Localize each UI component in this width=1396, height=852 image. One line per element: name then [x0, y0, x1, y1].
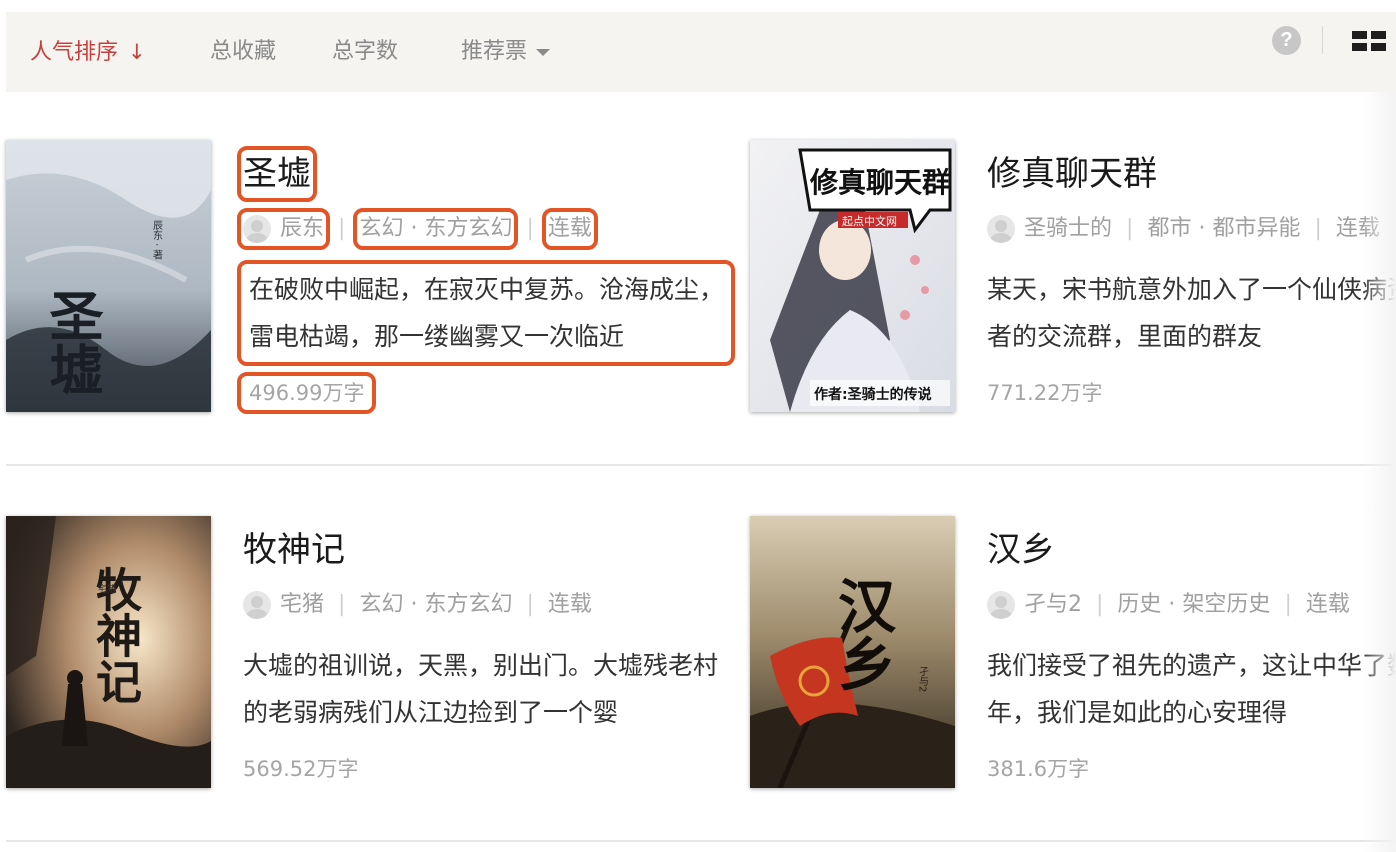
category-dot: · [403, 216, 425, 241]
cover-title-text: 修真聊天群 [809, 166, 950, 199]
author-link[interactable]: 孑与2 [987, 590, 1082, 620]
book-intro: 大墟的祖训说，天黑，别出门。大墟残老村的老弱病残们从江边捡到了一个婴 [243, 651, 719, 727]
row-divider [6, 840, 1396, 842]
word-count: 496.99万字 [236, 372, 377, 414]
sort-recommend-votes-label: 推荐票 [461, 39, 528, 64]
toolbar-divider [1322, 26, 1323, 54]
book-intro: 某天，宋书航意外加入了一个仙侠病资深患者的交流群，里面的群友 [987, 275, 1396, 351]
sort-total-words-label: 总字数 [332, 39, 399, 64]
meta-separator: | [1126, 216, 1134, 241]
book-card: 汉乡 孑与2 汉乡 孑与2 | 历史 · 架空历史 | 连载 我们接受了祖先的遗产，这让… [750, 516, 1396, 796]
book-meta: 宅猪 | 玄幻 · 东方玄幻 | 连载 [243, 590, 592, 620]
book-intro: 我们接受了祖先的遗产，这让中华了数千年，我们是如此的心安理得 [987, 651, 1396, 727]
author-link[interactable]: 宅猪 [243, 590, 324, 620]
meta-separator: | [526, 216, 534, 241]
help-icon[interactable]: ? [1272, 26, 1301, 55]
avatar-icon [243, 591, 271, 619]
subcategory-name: 东方玄幻 [424, 216, 513, 241]
meta-separator: | [338, 216, 346, 241]
cover-title-text: 汉乡 [828, 576, 896, 692]
status-badge: 连载 [1305, 592, 1350, 617]
book-meta: 孑与2 | 历史 · 架空历史 | 连载 [987, 590, 1350, 620]
category-link[interactable]: 玄幻 · 东方玄幻 [359, 590, 512, 620]
cover-publisher-text: 起点中文网 [842, 214, 897, 228]
sort-recommend-votes[interactable]: 推荐票 [461, 12, 551, 92]
sort-total-favorites[interactable]: 总收藏 [210, 12, 276, 92]
author-name: 宅猪 [280, 592, 325, 617]
author-link[interactable]: 辰东 [236, 208, 331, 250]
subcategory-name: 架空历史 [1182, 592, 1271, 617]
sort-total-favorites-label: 总收藏 [210, 39, 277, 64]
subcategory-name: 东方玄幻 [424, 592, 513, 617]
book-card: 牧神记 宅猪 牧神记 宅猪 | 玄幻 · 东方玄幻 | 连载 大墟的祖训说，天黑，别出门… [6, 516, 718, 796]
category-link[interactable]: 都市 · 都市异能 [1147, 214, 1300, 244]
category-name: 历史 [1117, 592, 1162, 617]
sort-total-words[interactable]: 总字数 [332, 12, 398, 92]
category-dot: · [1161, 592, 1183, 617]
book-title[interactable]: 修真聊天群 [987, 152, 1157, 196]
cover-author-text: 作者:圣骑士的传说 [814, 386, 932, 403]
meta-separator: | [1096, 592, 1104, 617]
category-dot: · [403, 592, 425, 617]
grid-view-icon[interactable] [1352, 31, 1386, 51]
avatar-icon [987, 591, 1015, 619]
category-link[interactable]: 历史 · 架空历史 [1117, 590, 1270, 620]
book-card: 圣墟 辰东 · 著 圣墟 辰东 | 玄幻 · 东方玄幻 | 连载 在破败中崛起，在寂灭中… [6, 140, 735, 420]
cover-title-text: 圣墟 [40, 288, 104, 396]
book-cover[interactable]: 修真聊天群 起点中文网 作者:圣骑士的传说 [750, 140, 955, 412]
avatar-icon [987, 215, 1015, 243]
meta-separator: | [338, 592, 346, 617]
sort-popularity[interactable]: 人气排序 ↓ [30, 12, 146, 92]
category-name: 玄幻 [359, 592, 404, 617]
book-meta: 圣骑士的 | 都市 · 都市异能 | 连载 [987, 214, 1380, 244]
book-card: 修真聊天群 起点中文网 作者:圣骑士的传说 修真聊天群 圣骑士的 | 都市 · 都市… [750, 140, 1396, 420]
caret-down-icon [536, 48, 551, 56]
cover-author-text: 孑与2 [917, 666, 929, 693]
book-title[interactable]: 圣墟 [237, 146, 317, 202]
book-cover[interactable]: 汉乡 孑与2 [750, 516, 955, 788]
cover-author-text: 宅猪 [98, 583, 116, 595]
book-cover[interactable]: 圣墟 辰东 · 著 [6, 140, 211, 412]
status-badge: 连载 [541, 208, 598, 250]
author-name: 圣骑士的 [1024, 216, 1113, 241]
row-divider [6, 464, 1396, 466]
meta-separator: | [1314, 216, 1322, 241]
book-title[interactable]: 牧神记 [243, 528, 345, 572]
subcategory-name: 都市异能 [1212, 216, 1301, 241]
book-intro: 在破败中崛起，在寂灭中复苏。沧海成尘，雷电枯竭，那一缕幽雾又一次临近 [237, 260, 735, 366]
category-dot: · [1191, 216, 1213, 241]
author-link[interactable]: 圣骑士的 [987, 214, 1112, 244]
status-badge: 连载 [1335, 216, 1380, 241]
word-count: 569.52万字 [243, 757, 359, 781]
word-count: 381.6万字 [987, 757, 1090, 781]
book-cover[interactable]: 牧神记 宅猪 [6, 516, 211, 788]
sort-bar: 人气排序 ↓ 总收藏 总字数 推荐票 [6, 12, 1396, 92]
book-title[interactable]: 汉乡 [987, 528, 1055, 572]
arrow-down-icon: ↓ [128, 40, 146, 64]
book-meta: 辰东 | 玄幻 · 东方玄幻 | 连载 [236, 208, 598, 250]
author-name: 辰东 [280, 216, 325, 241]
category-link[interactable]: 玄幻 · 东方玄幻 [353, 208, 519, 250]
status-badge: 连载 [547, 592, 592, 617]
cover-author-text: 辰东 · 著 [151, 220, 163, 260]
word-count: 771.22万字 [987, 381, 1103, 405]
meta-separator: | [1284, 592, 1292, 617]
category-name: 玄幻 [359, 216, 404, 241]
meta-separator: | [526, 592, 534, 617]
category-name: 都市 [1147, 216, 1192, 241]
avatar-icon [243, 215, 271, 243]
sort-popularity-label: 人气排序 [30, 40, 119, 65]
author-name: 孑与2 [1024, 592, 1082, 617]
